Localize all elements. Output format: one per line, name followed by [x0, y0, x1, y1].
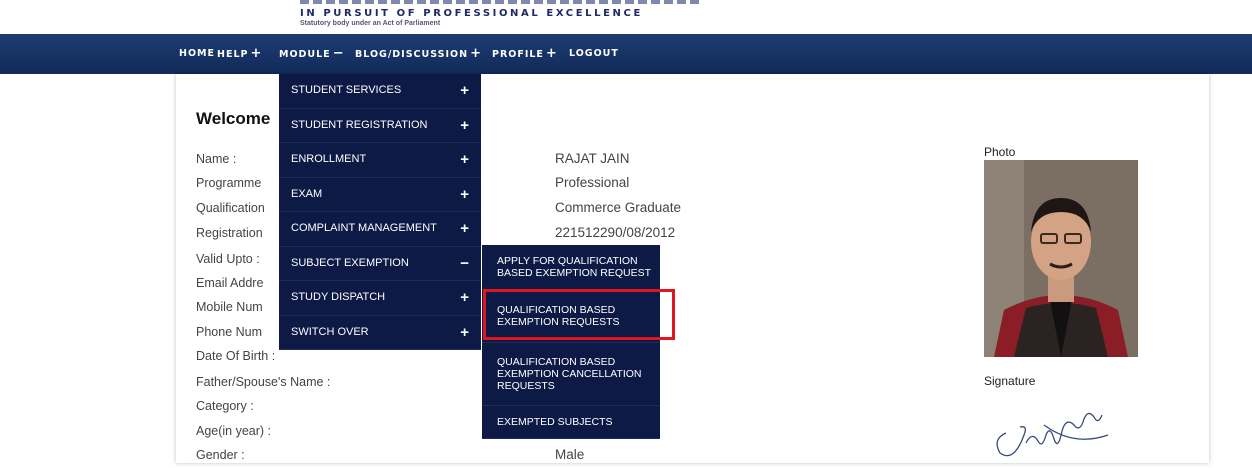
plus-icon: +: [470, 46, 482, 61]
signature-image: [984, 395, 1124, 463]
nav-logout[interactable]: LOGOUT: [569, 34, 619, 74]
signature-label: Signature: [984, 374, 1036, 388]
nav-home[interactable]: HOME: [179, 34, 215, 74]
field-label-phone: Phone Num: [196, 325, 263, 339]
field-label-email: Email Addre: [196, 276, 264, 290]
module-dropdown-menu: STUDENT SERVICES + STUDENT REGISTRATION + …: [279, 74, 481, 350]
nav-profile[interactable]: PROFILE +: [492, 34, 558, 74]
menu-item-subject-exemption[interactable]: SUBJECT EXEMPTION −: [279, 247, 481, 281]
field-label-registration: Registration: [196, 226, 263, 240]
minus-icon: −: [332, 46, 345, 61]
header-tagline: IN PURSUIT OF PROFESSIONAL EXCELLENCE: [300, 8, 643, 19]
field-value-registration: 221512290/08/2012: [555, 225, 676, 240]
menu-item-exam[interactable]: EXAM +: [279, 178, 481, 212]
subject-exemption-submenu: APPLY FOR QUALIFICATION BASED EXEMPTION …: [482, 245, 660, 439]
menu-item-student-registration[interactable]: STUDENT REGISTRATION +: [279, 109, 481, 143]
site-header: IN PURSUIT OF PROFESSIONAL EXCELLENCE St…: [0, 0, 1252, 34]
field-label-programme: Programme: [196, 176, 262, 190]
logo-graphic: [300, 0, 700, 4]
field-value-name: RAJAT JAIN: [555, 151, 630, 166]
field-label-gender: Gender :: [196, 448, 245, 462]
plus-icon: +: [460, 116, 469, 134]
photo-label: Photo: [984, 145, 1016, 159]
nav-blog-discussion[interactable]: BLOG/DISCUSSION +: [355, 34, 482, 74]
menu-item-student-services[interactable]: STUDENT SERVICES +: [279, 74, 481, 109]
plus-icon: +: [460, 220, 469, 237]
profile-photo: [984, 160, 1138, 357]
menu-item-switch-over[interactable]: SWITCH OVER +: [279, 316, 481, 350]
main-navbar: HOME HELP + MODULE − BLOG/DISCUSSION + PROF…: [0, 34, 1252, 74]
field-label-dob: Date Of Birth :: [196, 349, 276, 363]
welcome-heading: Welcome: [196, 109, 271, 128]
plus-icon: +: [460, 289, 469, 306]
field-label-valid-upto: Valid Upto :: [196, 252, 260, 266]
menu-item-enrollment[interactable]: ENROLLMENT +: [279, 143, 481, 178]
highlight-annotation-box: [483, 289, 675, 340]
menu-item-complaint-management[interactable]: COMPLAINT MANAGEMENT +: [279, 212, 481, 247]
field-label-qualification: Qualification: [196, 201, 265, 215]
plus-icon: +: [460, 82, 469, 99]
header-subtagline: Statutory body under an Act of Parliamen…: [300, 20, 441, 27]
submenu-apply-qualification-exemption[interactable]: APPLY FOR QUALIFICATION BASED EXEMPTION …: [482, 245, 660, 290]
field-label-father-spouse: Father/Spouse's Name :: [196, 375, 331, 389]
field-value-gender: Male: [555, 447, 585, 462]
nav-module[interactable]: MODULE −: [279, 34, 345, 74]
plus-icon: +: [460, 151, 469, 168]
plus-icon: +: [460, 323, 469, 341]
submenu-exempted-subjects[interactable]: EXEMPTED SUBJECTS: [482, 406, 660, 439]
field-label-name: Name :: [196, 152, 237, 166]
plus-icon: +: [545, 46, 558, 61]
menu-item-study-dispatch[interactable]: STUDY DISPATCH +: [279, 281, 481, 316]
minus-icon: −: [460, 254, 469, 272]
field-label-mobile: Mobile Num: [196, 300, 263, 314]
plus-icon: +: [250, 46, 263, 61]
field-label-age: Age(in year) :: [196, 424, 272, 438]
field-value-programme: Professional: [555, 175, 630, 190]
field-value-qualification: Commerce Graduate: [555, 200, 682, 215]
submenu-exemption-cancellation-requests[interactable]: QUALIFICATION BASED EXEMPTION CANCELLATI…: [482, 343, 660, 406]
nav-help[interactable]: HELP +: [217, 34, 262, 74]
field-label-category: Category :: [196, 399, 254, 413]
plus-icon: +: [460, 185, 469, 203]
